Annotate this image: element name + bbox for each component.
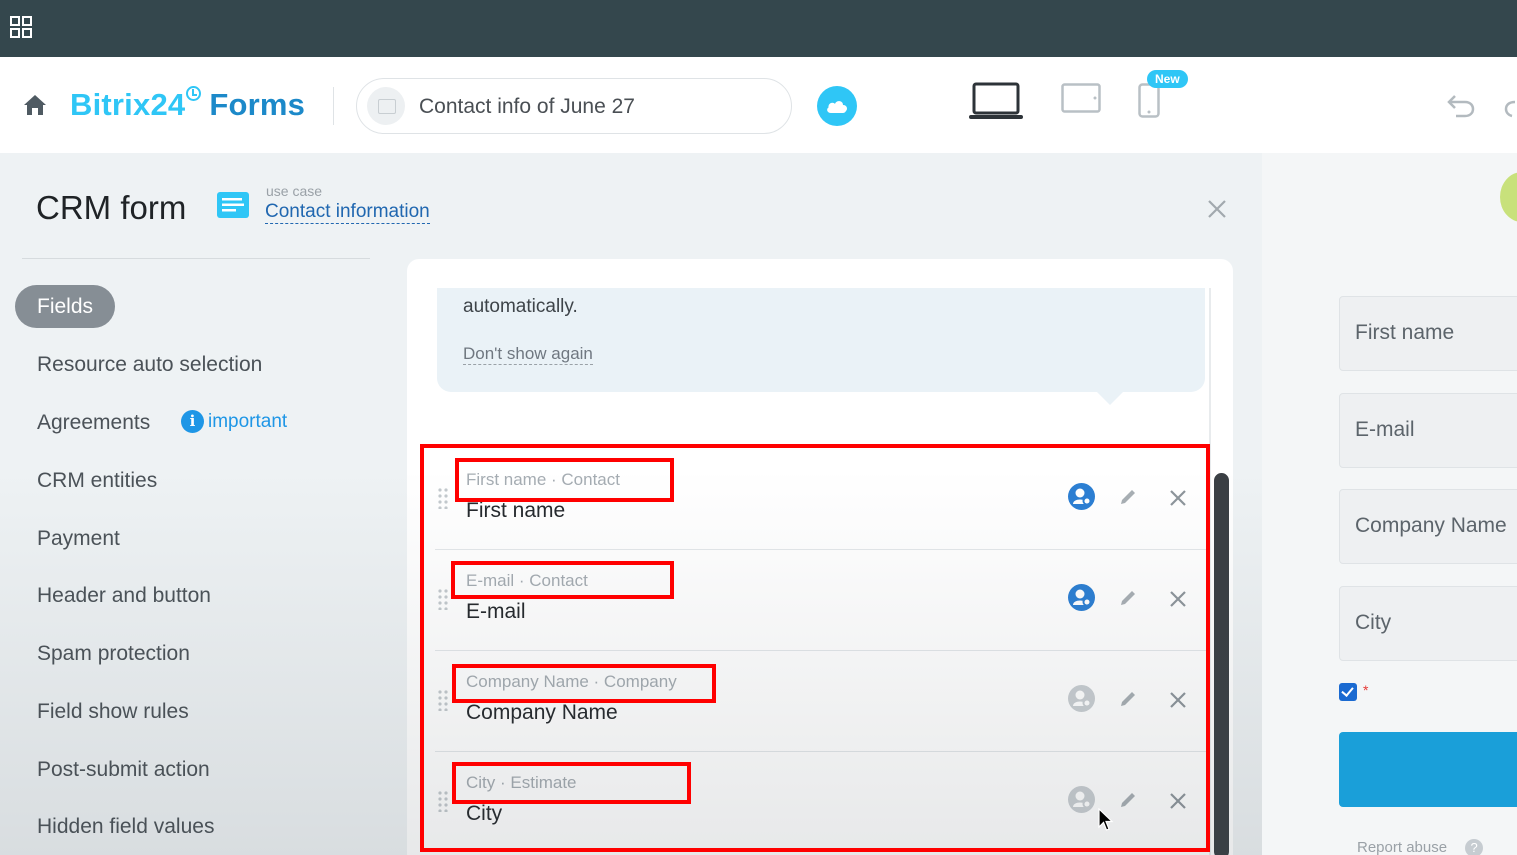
- cloud-icon: [827, 101, 847, 113]
- undo-icon[interactable]: [1446, 92, 1476, 118]
- nav-item-crm-entities[interactable]: CRM entities: [37, 469, 157, 493]
- preview-field-label: Company Name: [1355, 514, 1507, 537]
- form-title-field[interactable]: Contact info of June 27: [356, 78, 792, 134]
- use-case-icon: [217, 192, 249, 218]
- dont-show-again-link[interactable]: Don't show again: [463, 344, 593, 365]
- highlight-company-name-label: [452, 664, 716, 703]
- preview-field-label: E-mail: [1355, 418, 1415, 441]
- mouse-cursor-icon: [1098, 808, 1114, 831]
- hint-tail: [1093, 388, 1127, 405]
- hint-text: automatically.: [463, 296, 578, 317]
- highlight-email-label: [451, 561, 674, 599]
- tablet-view-icon[interactable]: [1061, 83, 1101, 115]
- nav-item-header-and-button[interactable]: Header and button: [37, 584, 211, 608]
- important-label: important: [208, 410, 288, 432]
- form-preview: First name E-mail Company Name City * Re…: [1262, 153, 1517, 855]
- brand-secondary: Forms: [209, 87, 306, 122]
- nav-item-fields[interactable]: Fields: [15, 285, 116, 328]
- important-badge[interactable]: i important: [181, 410, 287, 433]
- report-abuse-link[interactable]: Report abuse?: [1357, 839, 1484, 855]
- hint-box: automatically. Don't show again: [437, 288, 1205, 405]
- apps-grid-icon[interactable]: [10, 16, 32, 38]
- highlight-city-label: [452, 762, 691, 804]
- preview-field-label: First name: [1355, 321, 1455, 344]
- use-case-label: use case: [266, 183, 323, 199]
- report-abuse-label: Report abuse: [1357, 839, 1448, 855]
- app-header: Bitrix24 Forms Contact info of June 27 Ne…: [0, 57, 1517, 153]
- form-title-text[interactable]: Contact info of June 27: [419, 95, 635, 119]
- preview-agreement-checkbox[interactable]: [1339, 683, 1357, 701]
- brand-logo[interactable]: Bitrix24 Forms: [70, 86, 306, 123]
- use-case-link[interactable]: Contact information: [265, 201, 430, 224]
- preview-city-field[interactable]: City: [1339, 586, 1517, 661]
- nav-item-payment[interactable]: Payment: [37, 527, 120, 551]
- nav-item-agreements[interactable]: Agreements: [37, 411, 150, 435]
- save-cloud-button[interactable]: [817, 86, 857, 126]
- brand-primary: Bitrix24: [70, 87, 186, 122]
- required-mark: *: [1363, 682, 1369, 698]
- preview-field-label: City: [1355, 611, 1392, 634]
- close-icon[interactable]: [1207, 199, 1227, 219]
- preview-email-field[interactable]: E-mail: [1339, 393, 1517, 468]
- help-icon[interactable]: ?: [1465, 839, 1484, 855]
- new-badge: New: [1147, 70, 1188, 88]
- preview-company-name-field[interactable]: Company Name: [1339, 489, 1517, 564]
- clock-icon: [186, 86, 202, 101]
- top-bar: [0, 0, 1517, 57]
- highlight-first-name-label: [455, 458, 674, 502]
- info-icon: i: [181, 410, 204, 433]
- image-placeholder-icon[interactable]: [367, 87, 405, 125]
- nav-item-post-submit-action[interactable]: Post-submit action: [37, 758, 210, 782]
- preview-submit-button[interactable]: [1339, 732, 1517, 807]
- preview-first-name-field[interactable]: First name: [1339, 296, 1517, 371]
- nav-item-resource-auto-selection[interactable]: Resource auto selection: [37, 353, 262, 377]
- scrollbar[interactable]: [1214, 473, 1229, 855]
- nav-item-field-show-rules[interactable]: Field show rules: [37, 700, 189, 724]
- nav-item-hidden-field-values[interactable]: Hidden field values: [37, 815, 214, 839]
- nav-item-spam-protection[interactable]: Spam protection: [37, 642, 190, 666]
- home-icon[interactable]: [22, 93, 48, 117]
- preview-avatar: [1500, 172, 1517, 222]
- panel-title: CRM form: [36, 189, 187, 226]
- header-divider: [333, 87, 334, 125]
- redo-icon[interactable]: [1500, 92, 1517, 118]
- phone-view-icon[interactable]: [1138, 83, 1160, 119]
- nav-divider: [22, 258, 370, 259]
- laptop-view-icon[interactable]: [968, 81, 1024, 121]
